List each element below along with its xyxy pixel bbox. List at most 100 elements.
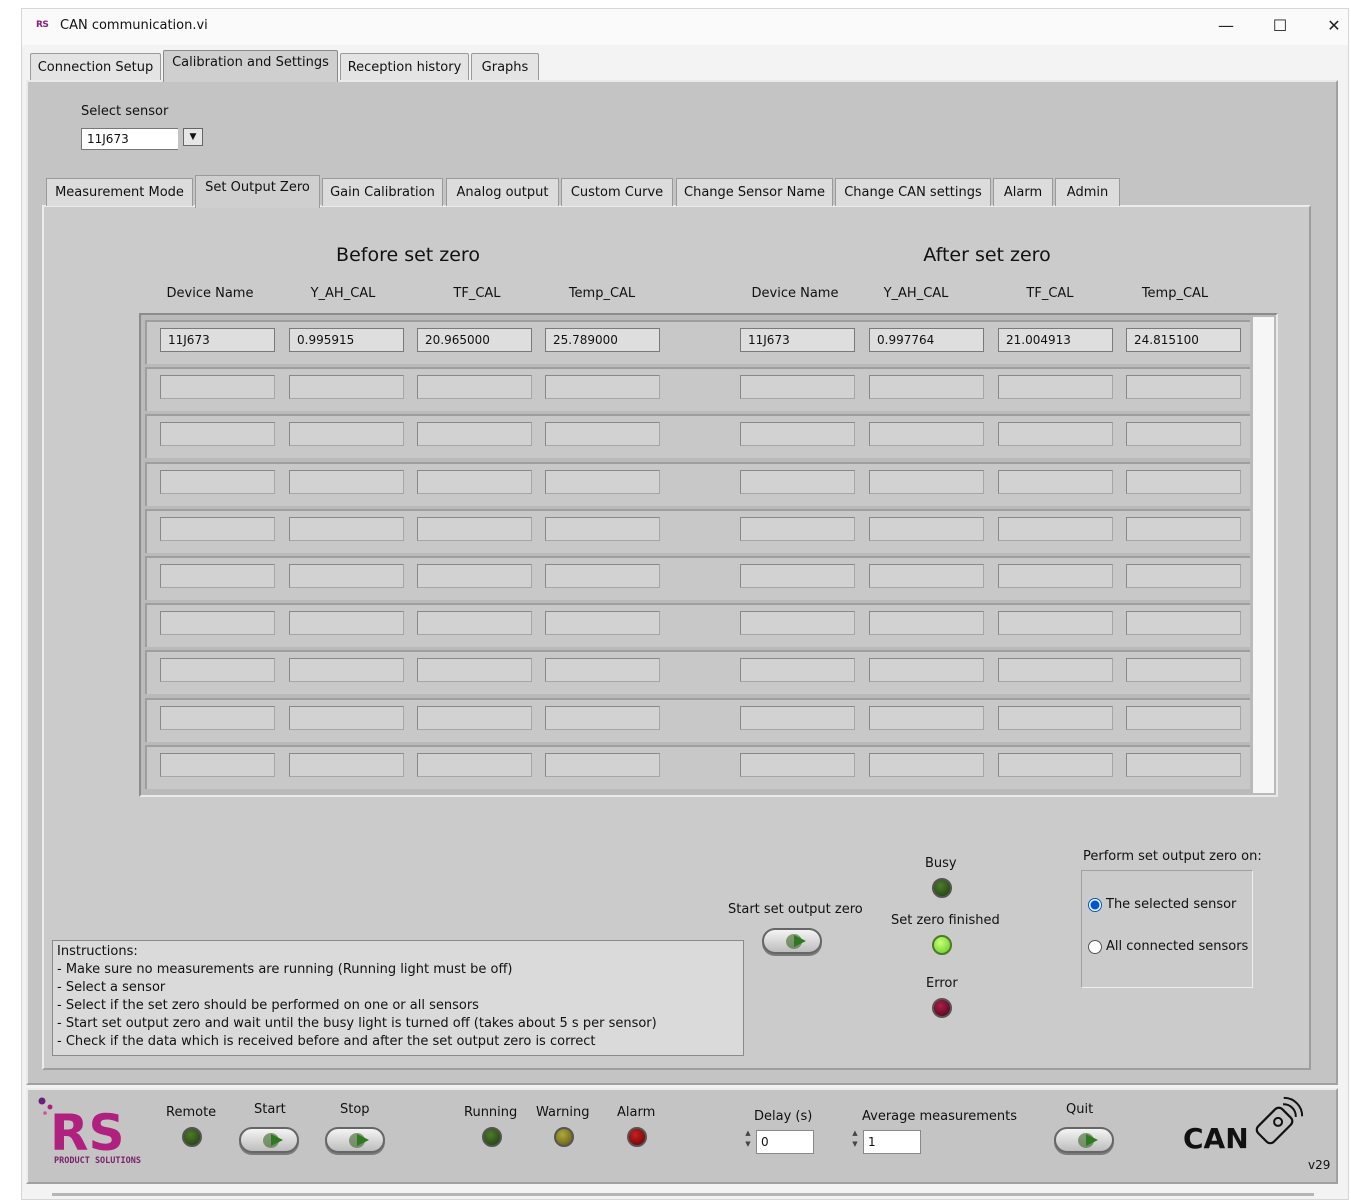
after-cell[interactable] (1126, 422, 1241, 446)
before-cell[interactable] (545, 470, 660, 494)
after-cell[interactable] (740, 611, 855, 635)
grid-scrollbar[interactable] (1253, 317, 1274, 793)
after-cell[interactable] (1126, 753, 1241, 777)
before-cell[interactable] (417, 611, 532, 635)
after-cell[interactable] (869, 470, 984, 494)
after-cell[interactable] (740, 564, 855, 588)
before-cell[interactable] (160, 611, 275, 635)
subtab-analog-output[interactable]: Analog output (446, 178, 559, 206)
after-cell[interactable] (869, 753, 984, 777)
after-cell[interactable] (740, 753, 855, 777)
before-cell[interactable] (160, 564, 275, 588)
before-cell[interactable] (545, 706, 660, 730)
start-set-output-zero-button[interactable] (762, 928, 822, 954)
before-cell[interactable] (545, 564, 660, 588)
before-cell[interactable] (160, 517, 275, 541)
delay-spinner[interactable]: ▲ ▼ (742, 1128, 754, 1154)
tab-reception-history[interactable]: Reception history (340, 53, 469, 80)
before-cell[interactable] (160, 706, 275, 730)
after-cell[interactable] (869, 658, 984, 682)
quit-button[interactable] (1054, 1127, 1114, 1153)
before-cell[interactable] (289, 706, 404, 730)
after-cell[interactable] (869, 422, 984, 446)
after-cell[interactable] (1126, 517, 1241, 541)
tab-graphs[interactable]: Graphs (471, 53, 539, 80)
tab-connection-setup[interactable]: Connection Setup (30, 53, 161, 80)
subtab-gain-calibration[interactable]: Gain Calibration (322, 178, 443, 206)
before-cell[interactable]: 11J673 (160, 328, 275, 352)
after-cell[interactable] (998, 517, 1113, 541)
delay-input[interactable]: 0 (756, 1130, 814, 1154)
subtab-set-output-zero[interactable]: Set Output Zero (195, 175, 320, 208)
before-cell[interactable] (160, 753, 275, 777)
after-cell[interactable] (998, 753, 1113, 777)
after-cell[interactable] (1126, 706, 1241, 730)
radio-all-sensors[interactable] (1088, 940, 1102, 954)
after-cell[interactable] (869, 517, 984, 541)
before-cell[interactable] (160, 422, 275, 446)
after-cell[interactable] (1126, 375, 1241, 399)
after-cell[interactable] (740, 470, 855, 494)
before-cell[interactable] (545, 611, 660, 635)
average-measurements-input[interactable]: 1 (863, 1130, 921, 1154)
subtab-custom-curve[interactable]: Custom Curve (561, 178, 673, 206)
before-cell[interactable] (289, 658, 404, 682)
radio-selected-sensor[interactable] (1088, 898, 1102, 912)
after-cell[interactable]: 24.815100 (1126, 328, 1241, 352)
after-cell[interactable] (998, 375, 1113, 399)
after-cell[interactable] (869, 611, 984, 635)
after-cell[interactable] (1126, 470, 1241, 494)
after-cell[interactable] (869, 375, 984, 399)
sensor-select[interactable]: 11J673 (81, 128, 178, 150)
before-cell[interactable] (417, 422, 532, 446)
before-cell[interactable] (545, 422, 660, 446)
before-cell[interactable] (289, 375, 404, 399)
after-cell[interactable] (869, 706, 984, 730)
subtab-change-sensor-name[interactable]: Change Sensor Name (676, 178, 833, 206)
window-horizontal-scrollbar[interactable] (52, 1193, 1314, 1196)
before-cell[interactable] (545, 517, 660, 541)
after-cell[interactable] (998, 658, 1113, 682)
before-cell[interactable] (417, 375, 532, 399)
before-cell[interactable]: 20.965000 (417, 328, 532, 352)
before-cell[interactable] (417, 564, 532, 588)
before-cell[interactable] (289, 517, 404, 541)
after-cell[interactable] (1126, 658, 1241, 682)
before-cell[interactable] (417, 706, 532, 730)
before-cell[interactable] (289, 470, 404, 494)
before-cell[interactable] (289, 611, 404, 635)
radio-all-sensors-label[interactable]: All connected sensors (1106, 939, 1248, 954)
before-cell[interactable] (417, 517, 532, 541)
after-cell[interactable]: 11J673 (740, 328, 855, 352)
radio-selected-sensor-label[interactable]: The selected sensor (1106, 897, 1236, 912)
maximize-button[interactable]: ☐ (1258, 12, 1302, 40)
before-cell[interactable] (289, 753, 404, 777)
average-spinner[interactable]: ▲ ▼ (849, 1128, 861, 1154)
after-cell[interactable] (998, 564, 1113, 588)
after-cell[interactable] (998, 706, 1113, 730)
before-cell[interactable]: 25.789000 (545, 328, 660, 352)
before-cell[interactable] (160, 658, 275, 682)
subtab-measurement-mode[interactable]: Measurement Mode (46, 178, 193, 206)
before-cell[interactable] (160, 375, 275, 399)
after-cell[interactable] (998, 611, 1113, 635)
before-cell[interactable] (545, 753, 660, 777)
before-cell[interactable] (160, 470, 275, 494)
after-cell[interactable]: 21.004913 (998, 328, 1113, 352)
minimize-button[interactable]: — (1204, 12, 1248, 40)
after-cell[interactable] (998, 470, 1113, 494)
after-cell[interactable] (1126, 611, 1241, 635)
tab-calibration-and-settings[interactable]: Calibration and Settings (163, 50, 338, 82)
close-button[interactable]: ✕ (1312, 12, 1351, 40)
after-cell[interactable] (740, 422, 855, 446)
before-cell[interactable]: 0.995915 (289, 328, 404, 352)
subtab-admin[interactable]: Admin (1055, 178, 1120, 206)
after-cell[interactable] (740, 706, 855, 730)
after-cell[interactable]: 0.997764 (869, 328, 984, 352)
after-cell[interactable] (1126, 564, 1241, 588)
before-cell[interactable] (417, 753, 532, 777)
subtab-change-can-settings[interactable]: Change CAN settings (835, 178, 991, 206)
before-cell[interactable] (417, 658, 532, 682)
after-cell[interactable] (998, 422, 1113, 446)
start-button[interactable] (239, 1127, 299, 1153)
